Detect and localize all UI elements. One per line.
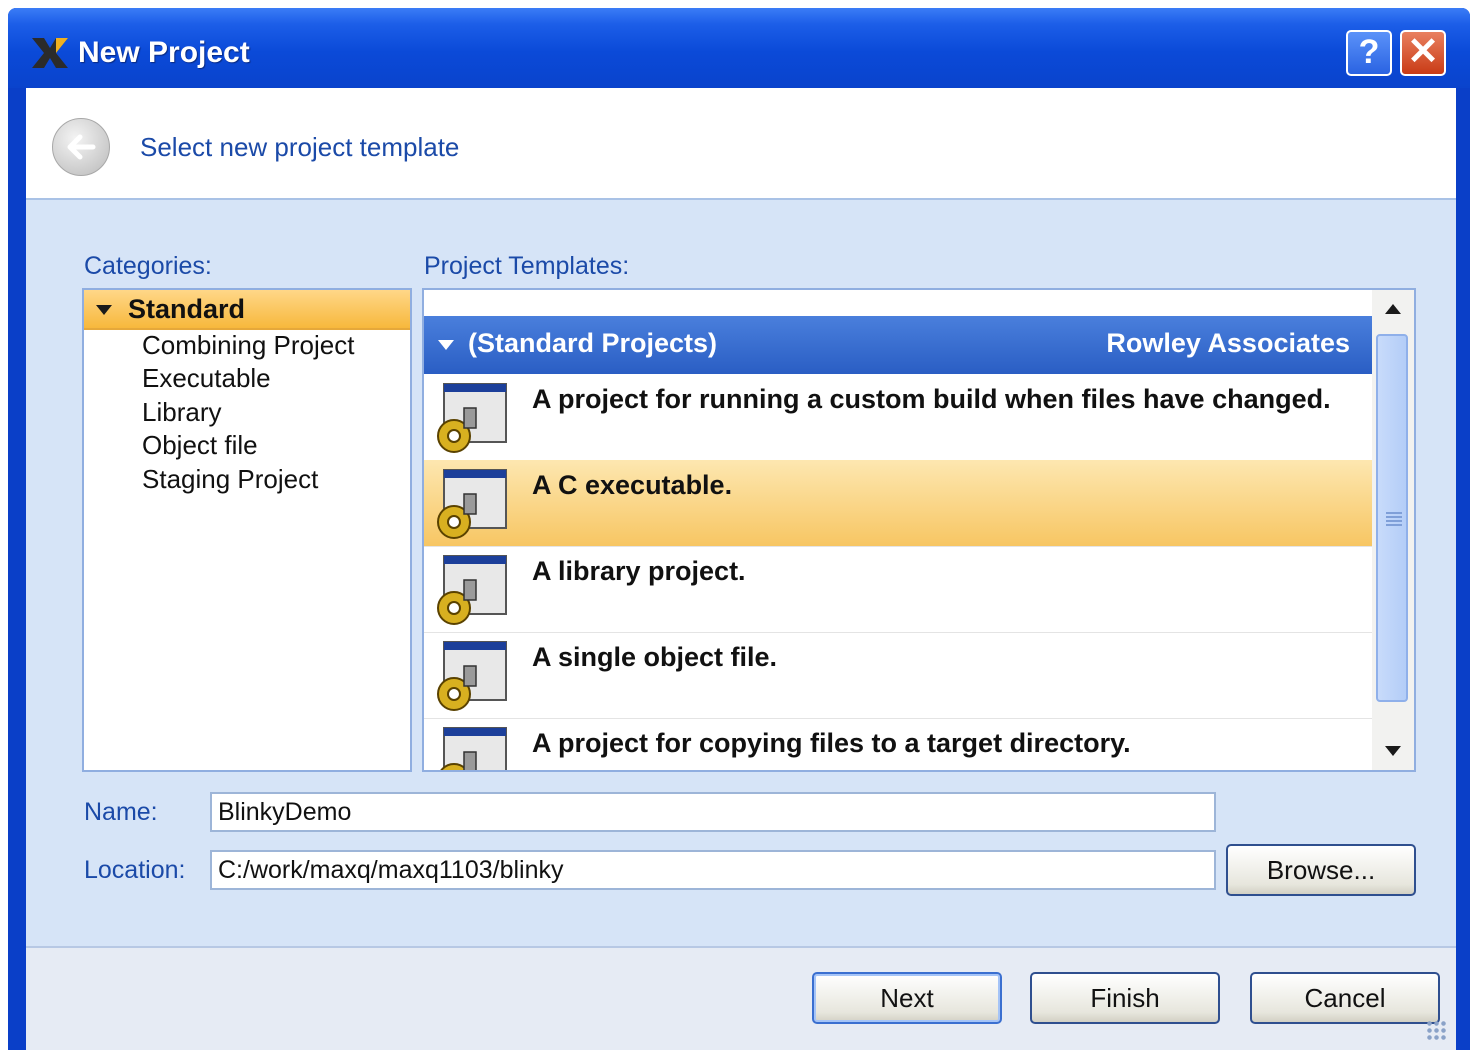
title-bar[interactable]: New Project ? ✕: [8, 8, 1470, 88]
arrow-up-icon: [1385, 304, 1401, 314]
category-group-label: Standard: [128, 294, 246, 324]
project-templates-label: Project Templates:: [424, 252, 630, 280]
collapse-triangle-icon[interactable]: [438, 340, 454, 350]
grip-lines-icon: [1386, 512, 1402, 514]
button-bar: Next Finish Cancel: [26, 946, 1456, 1050]
categories-label: Categories:: [84, 252, 212, 280]
category-item-library[interactable]: Library: [142, 397, 221, 428]
help-button[interactable]: ?: [1346, 30, 1392, 76]
resize-grip-icon[interactable]: [1426, 1020, 1448, 1042]
dialog-body: Select new project template Categories: …: [26, 88, 1456, 1050]
template-row[interactable]: A single object file.: [424, 632, 1372, 719]
category-group-standard[interactable]: Standard: [84, 290, 410, 330]
scroll-thumb[interactable]: [1376, 334, 1408, 702]
back-button[interactable]: [52, 118, 110, 176]
categories-list[interactable]: Standard Combining Project Executable Li…: [82, 288, 412, 772]
scroll-down-button[interactable]: [1372, 730, 1414, 770]
template-group-header[interactable]: (Standard Projects) Rowley Associates: [424, 316, 1372, 374]
crossworks-x-icon: [32, 38, 68, 68]
name-input[interactable]: BlinkyDemo: [210, 792, 1216, 832]
page-title: Select new project template: [140, 132, 460, 162]
template-row[interactable]: A project for copying files to a target …: [424, 718, 1372, 770]
next-button[interactable]: Next: [812, 972, 1002, 1024]
template-row[interactable]: A project for running a custom build whe…: [424, 374, 1372, 461]
project-gear-icon: [437, 555, 507, 625]
arrow-left-icon: [67, 134, 96, 160]
location-label: Location:: [84, 856, 186, 884]
wizard-header: Select new project template: [26, 88, 1456, 200]
project-gear-icon: [437, 641, 507, 711]
project-gear-icon: [437, 383, 507, 453]
template-description: A project for running a custom build whe…: [532, 384, 1331, 414]
template-description: A C executable.: [532, 470, 733, 500]
category-item-combining-project[interactable]: Combining Project: [142, 330, 354, 361]
project-gear-icon: [440, 727, 507, 770]
name-label: Name:: [84, 798, 158, 826]
collapse-triangle-icon[interactable]: [96, 305, 112, 315]
category-item-object-file[interactable]: Object file: [142, 430, 258, 461]
template-group-vendor: Rowley Associates: [1106, 328, 1350, 358]
category-item-staging-project[interactable]: Staging Project: [142, 464, 318, 495]
window-title: New Project: [78, 36, 250, 69]
templates-scrollbar[interactable]: [1372, 290, 1414, 770]
new-project-dialog: New Project ? ✕ Select new project templ…: [8, 8, 1470, 1050]
template-description: A project for copying files to a target …: [532, 728, 1131, 758]
project-gear-icon: [437, 469, 507, 539]
arrow-down-icon: [1385, 746, 1401, 756]
browse-button[interactable]: Browse...: [1226, 844, 1416, 896]
template-description: A single object file.: [532, 642, 778, 672]
template-description: A library project.: [532, 556, 746, 586]
cancel-button[interactable]: Cancel: [1250, 972, 1440, 1024]
template-row-selected[interactable]: A C executable.: [424, 460, 1372, 547]
finish-button[interactable]: Finish: [1030, 972, 1220, 1024]
location-input[interactable]: C:/work/maxq/maxq1103/blinky: [210, 850, 1216, 890]
category-item-executable[interactable]: Executable: [142, 363, 271, 394]
template-group-name: (Standard Projects): [468, 328, 718, 358]
close-button[interactable]: ✕: [1400, 30, 1446, 76]
scroll-up-button[interactable]: [1372, 290, 1414, 330]
template-row[interactable]: A library project.: [424, 546, 1372, 633]
project-templates-list[interactable]: (Standard Projects) Rowley Associates A …: [422, 288, 1416, 772]
